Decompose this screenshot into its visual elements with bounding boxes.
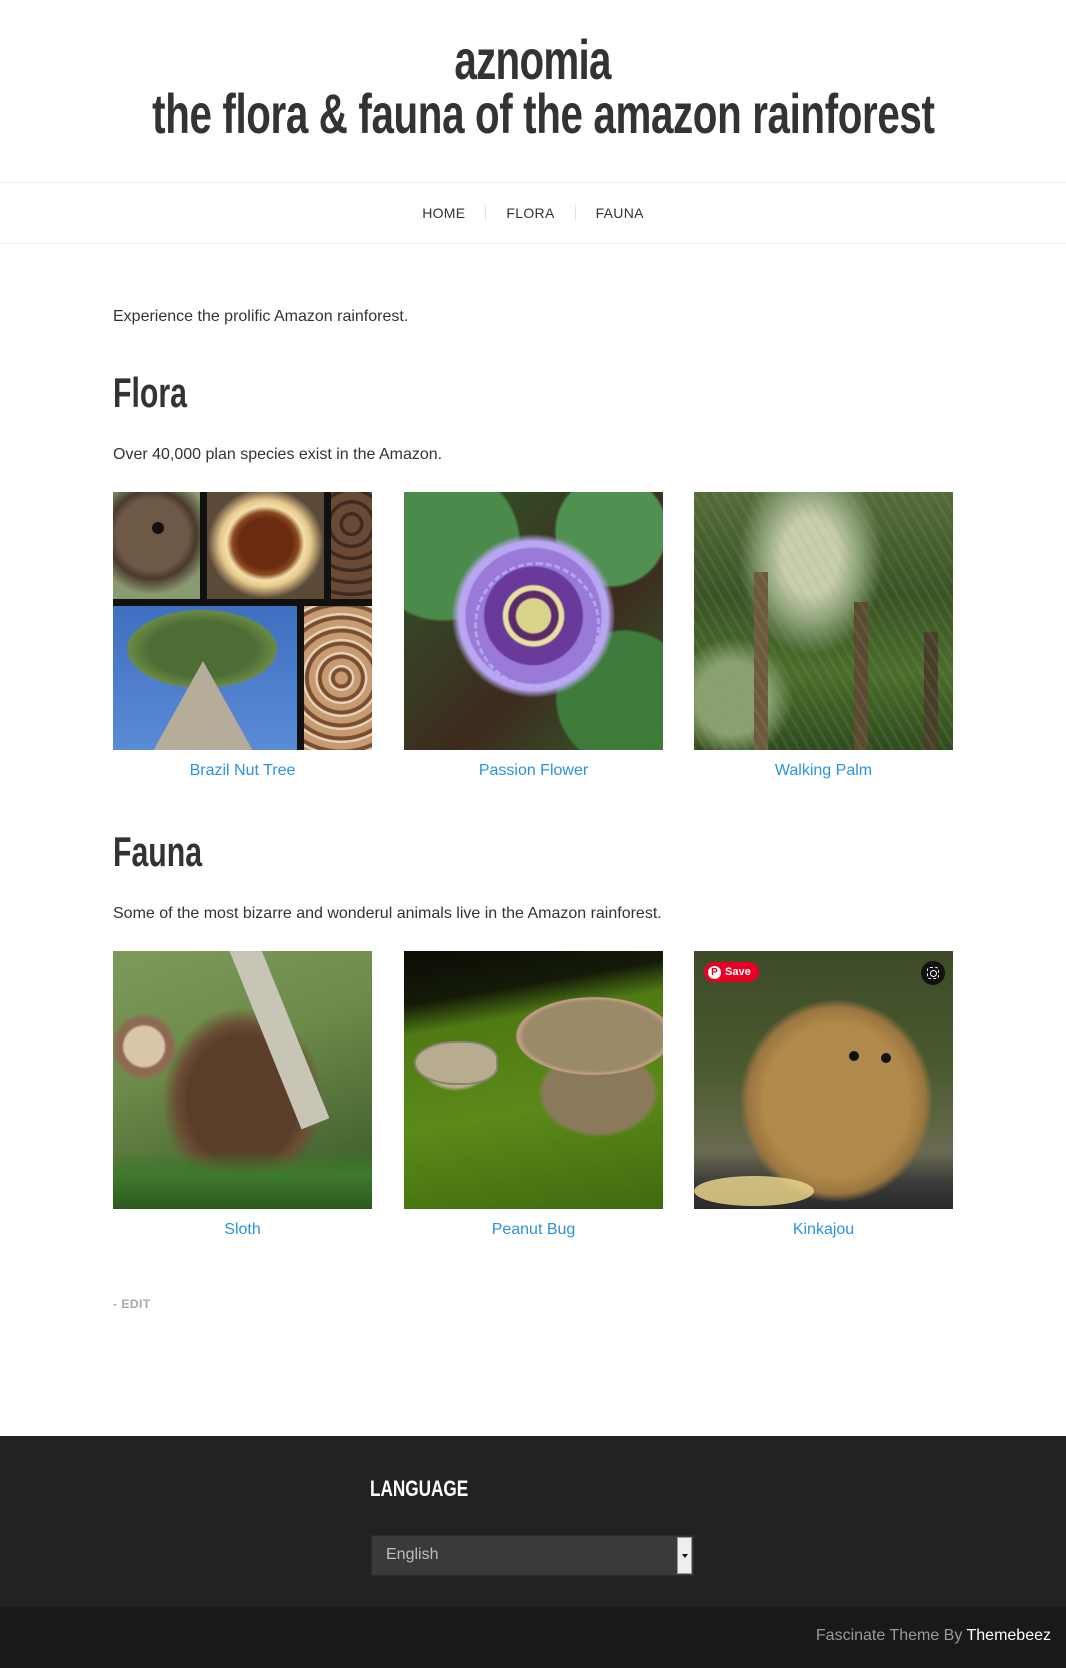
site-info-bar: Fascinate Theme By Themebeez <box>0 1607 1066 1668</box>
sloth-image[interactable] <box>113 951 372 1209</box>
gallery-item: P Save Kinkajou <box>694 951 953 1239</box>
section-title-fauna: Fauna <box>113 829 237 875</box>
visual-search-icon[interactable] <box>921 961 945 985</box>
brazil-nut-tree-image[interactable] <box>113 492 372 750</box>
credits-prefix: Fascinate Theme By <box>815 1627 967 1644</box>
gallery-caption-link[interactable]: Passion Flower <box>404 762 663 780</box>
site-header: aznomia the flora & fauna of the amazon … <box>0 0 1066 182</box>
flora-gallery: Brazil Nut Tree Passion Flower Walking P… <box>113 492 953 782</box>
gallery-caption-link[interactable]: Peanut Bug <box>404 1221 663 1239</box>
walking-palm-image[interactable] <box>694 492 953 750</box>
section-description-flora: Over 40,000 plan species exist in the Am… <box>113 446 443 463</box>
gallery-caption-link[interactable]: Sloth <box>113 1221 372 1239</box>
themebeez-link[interactable]: Themebeez <box>967 1627 1052 1644</box>
intro-text: Experience the prolific Amazon rainfores… <box>113 308 409 325</box>
passion-flower-image[interactable] <box>404 492 663 750</box>
nav-item-flora[interactable]: FLORA <box>486 205 574 221</box>
site-subtitle: the flora & fauna of the amazon rainfore… <box>0 84 1066 144</box>
save-label: Save <box>725 966 751 978</box>
section-title-fauna-text: Fauna <box>113 828 203 875</box>
site-title-text[interactable]: aznomia <box>455 30 612 90</box>
language-selected-value: English <box>386 1546 439 1563</box>
language-widget-title: LANGUAGE <box>370 1476 496 1502</box>
dropdown-arrow-icon[interactable] <box>677 1537 692 1574</box>
nav-item-fauna[interactable]: FAUNA <box>576 205 664 221</box>
gallery-caption-link[interactable]: Walking Palm <box>694 762 953 780</box>
nav-item-home[interactable]: HOME <box>402 205 485 221</box>
section-title-flora-text: Flora <box>113 369 187 416</box>
section-description-fauna: Some of the most bizarre and wonderul an… <box>113 905 662 922</box>
gallery-caption-link[interactable]: Kinkajou <box>694 1221 953 1239</box>
section-title-flora: Flora <box>113 370 216 416</box>
peanut-bug-image[interactable] <box>404 951 663 1209</box>
pinterest-icon: P <box>708 965 721 979</box>
collage-panel <box>113 606 297 750</box>
site-title[interactable]: aznomia <box>0 30 1066 90</box>
collage-panel <box>207 492 324 599</box>
collage-panel <box>304 606 372 750</box>
footer-widgets: LANGUAGE English <box>0 1436 1066 1607</box>
theme-credits: Fascinate Theme By Themebeez <box>816 1627 1051 1645</box>
collage-panel <box>331 492 372 599</box>
gallery-item: Brazil Nut Tree <box>113 492 372 780</box>
kinkajou-image[interactable]: P Save <box>694 951 953 1209</box>
main-navigation: HOME FLORA FAUNA <box>0 182 1066 244</box>
edit-link[interactable]: - EDIT <box>113 1297 151 1311</box>
gallery-caption-link[interactable]: Brazil Nut Tree <box>113 762 372 780</box>
gallery-item: Sloth <box>113 951 372 1239</box>
pinterest-save-button[interactable]: P Save <box>704 962 759 982</box>
site-subtitle-text: the flora & fauna of the amazon rainfore… <box>152 82 935 145</box>
collage-panel <box>113 492 200 599</box>
language-select[interactable]: English <box>371 1535 694 1576</box>
gallery-item: Passion Flower <box>404 492 663 780</box>
language-widget-title-text: LANGUAGE <box>370 1476 469 1501</box>
gallery-item: Walking Palm <box>694 492 953 780</box>
fauna-gallery: Sloth Peanut Bug P Save Kinkajou <box>113 951 953 1241</box>
gallery-item: Peanut Bug <box>404 951 663 1239</box>
